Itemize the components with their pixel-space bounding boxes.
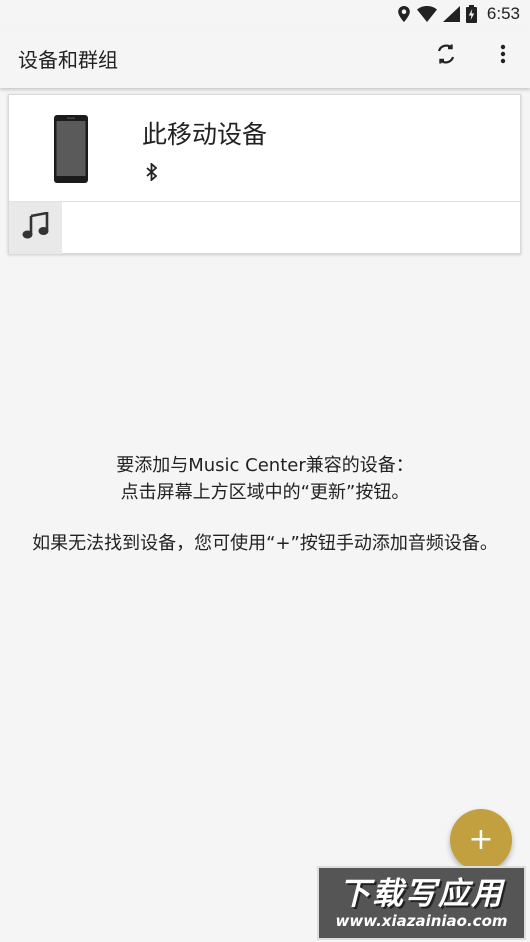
smartphone-icon xyxy=(54,115,88,187)
signal-icon xyxy=(442,6,460,22)
wifi-icon xyxy=(416,6,437,22)
empty-state-line-3: 如果无法找到设备，您可使用“+”按钮手动添加音频设备。 xyxy=(32,533,498,554)
watermark-url: www.xiazainiao.com xyxy=(335,912,508,930)
device-card[interactable]: 此移动设备 xyxy=(8,94,521,254)
more-vert-icon xyxy=(500,44,506,68)
status-time: 6:53 xyxy=(486,4,520,23)
status-bar: 6:53 xyxy=(0,0,530,28)
device-name: 此移动设备 xyxy=(142,120,268,149)
refresh-icon xyxy=(434,42,458,70)
page-title: 设备和群组 xyxy=(18,48,118,72)
watermark-text: 下载写应用 xyxy=(339,876,504,912)
more-options-button[interactable] xyxy=(488,38,518,74)
empty-state-message: 要添加与Music Center兼容的设备： 点击屏幕上方区域中的“更新”按钮。… xyxy=(0,452,530,557)
card-divider xyxy=(9,201,520,202)
empty-state-line-2: 点击屏幕上方区域中的“更新”按钮。 xyxy=(120,482,410,503)
refresh-button[interactable] xyxy=(428,38,464,74)
music-tab[interactable] xyxy=(9,202,62,254)
plus-icon: + xyxy=(468,822,494,857)
add-device-button[interactable]: + xyxy=(450,809,512,871)
battery-charging-icon xyxy=(465,5,477,23)
watermark-logo: 下载写应用 www.xiazainiao.com xyxy=(317,866,526,940)
app-bar: 设备和群组 xyxy=(0,28,530,88)
location-icon xyxy=(397,6,411,22)
bluetooth-icon xyxy=(146,161,158,185)
music-note-icon xyxy=(22,211,50,244)
empty-state-line-1: 要添加与Music Center兼容的设备： xyxy=(116,455,414,476)
